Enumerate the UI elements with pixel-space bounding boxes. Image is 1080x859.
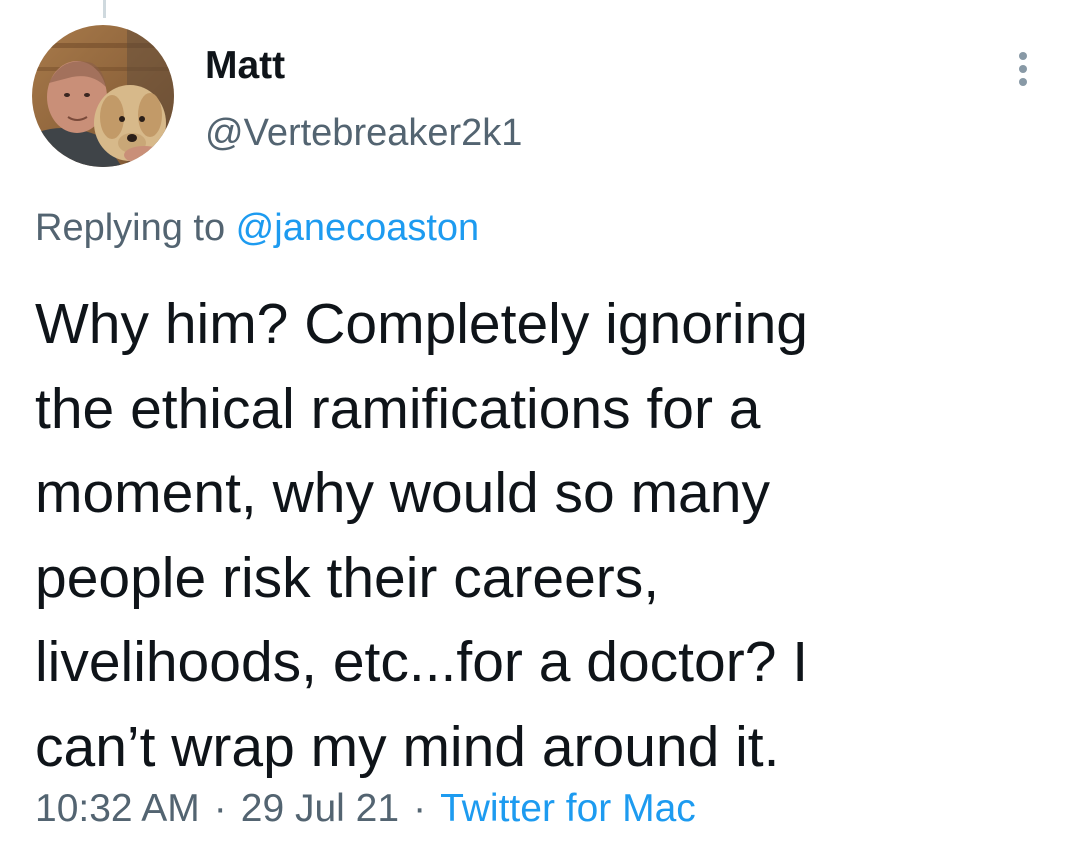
- tweet-metadata: 10:32 AM · 29 Jul 21 · Twitter for Mac: [35, 783, 696, 835]
- tweet-text-line: livelihoods, etc...for a doctor? I: [35, 630, 809, 694]
- author-display-name[interactable]: Matt: [205, 40, 285, 92]
- tweet-text: Why him? Completely ignoring the ethical…: [35, 282, 1045, 789]
- author-handle[interactable]: @Vertebreaker2k1: [205, 108, 522, 158]
- tweet-text-line: Why him? Completely ignoring: [35, 292, 808, 356]
- tweet-date[interactable]: 29 Jul 21: [241, 787, 399, 830]
- tweet-source-link[interactable]: Twitter for Mac: [440, 787, 696, 830]
- tweet-text-line: moment, why would so many: [35, 461, 770, 525]
- reply-mention-link[interactable]: @janecoaston: [236, 207, 480, 249]
- thread-connector-line: [103, 0, 106, 18]
- more-vertical-icon[interactable]: [1005, 48, 1041, 90]
- tweet-time[interactable]: 10:32 AM: [35, 787, 200, 830]
- replying-to-label: Replying to: [35, 207, 236, 249]
- reply-context: Replying to @janecoaston: [35, 203, 479, 253]
- tweet-text-line: the ethical ramifications for a: [35, 376, 761, 441]
- avatar[interactable]: [32, 25, 174, 167]
- meta-separator: ·: [413, 787, 427, 830]
- tweet-text-line: can’t wrap my mind around it.: [35, 714, 780, 779]
- profile-photo-icon: [32, 25, 174, 167]
- meta-separator: ·: [213, 787, 227, 830]
- tweet-text-line: people risk their careers,: [35, 545, 660, 610]
